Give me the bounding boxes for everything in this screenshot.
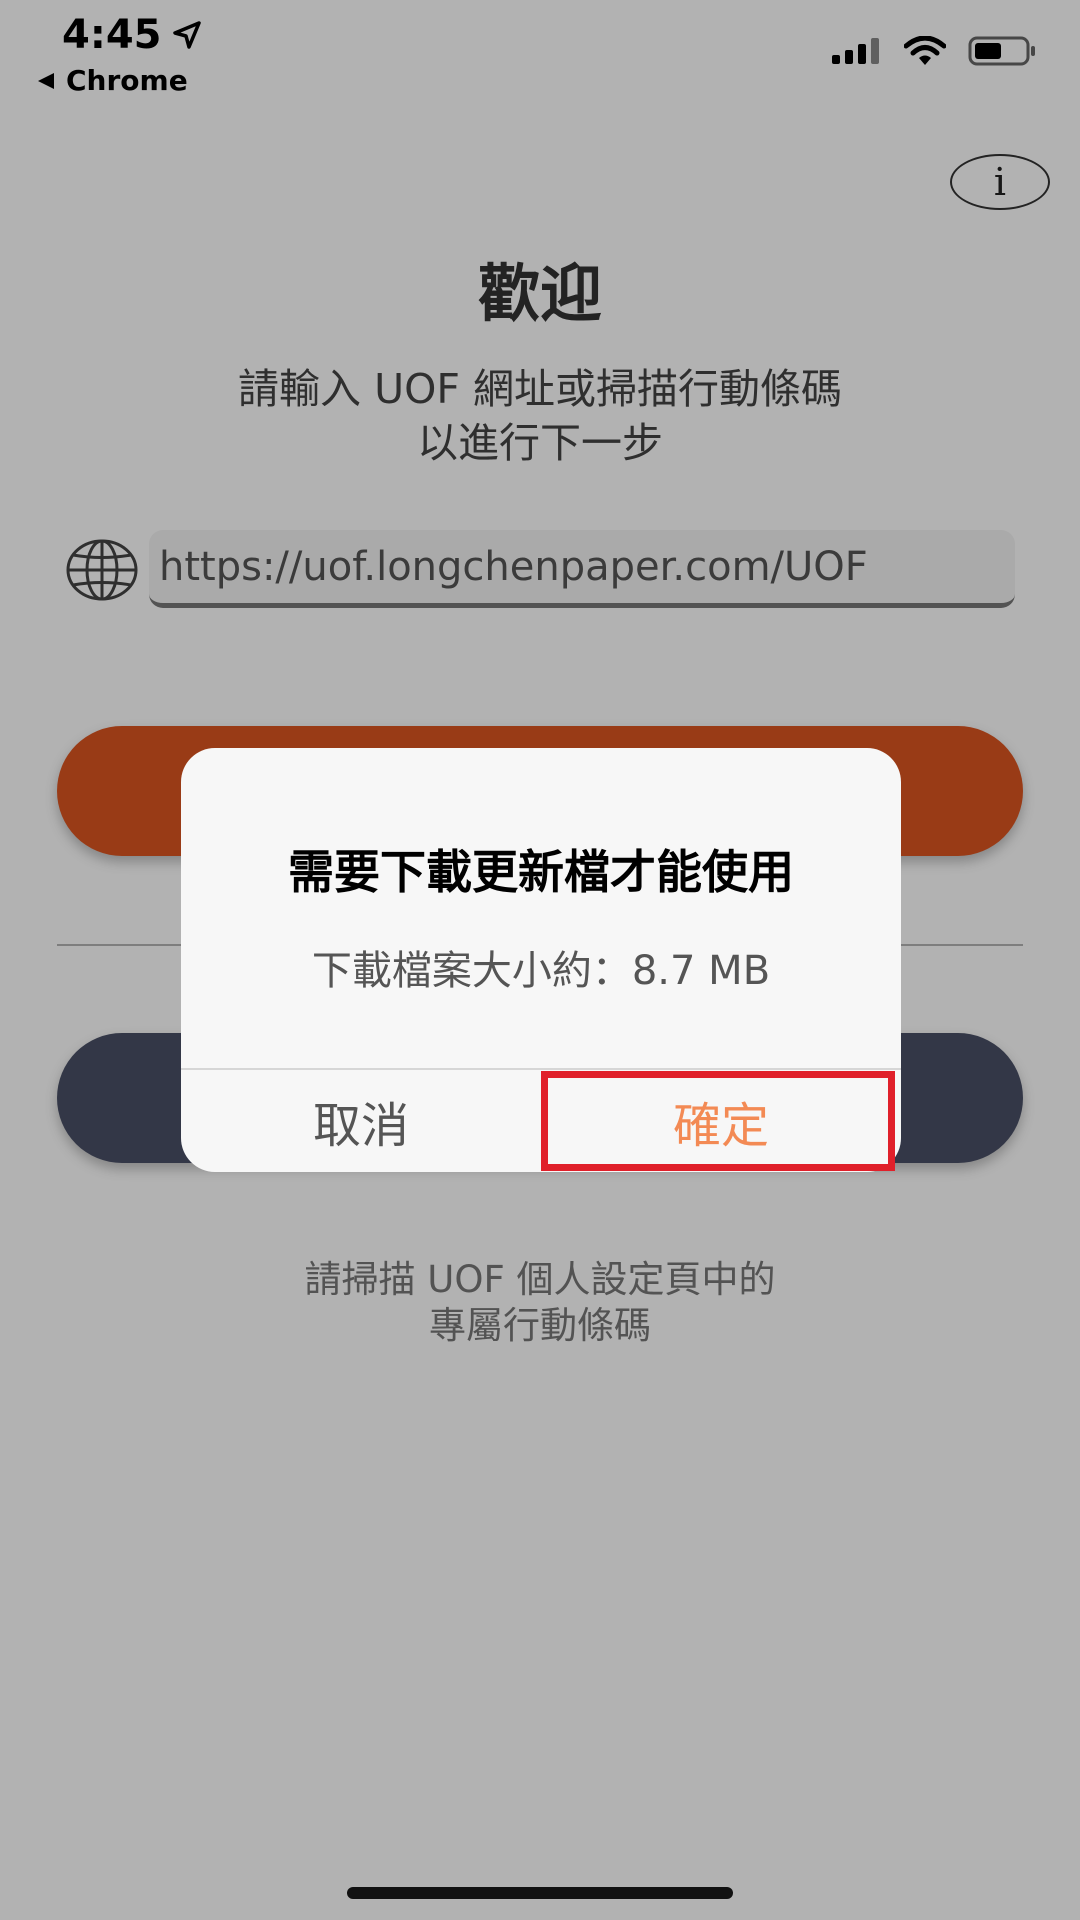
alert-message: 下載檔案大小約：8.7 MB [311, 948, 771, 994]
app-screen: 4:45 Chrome i 歡迎 請輸入 UOF 網址或掃描行動條碼 以進行下一… [0, 0, 1080, 1920]
confirm-highlight-box [541, 1071, 895, 1171]
alert-title: 需要下載更新檔才能使用 [288, 845, 794, 899]
home-indicator[interactable] [347, 1887, 733, 1899]
cancel-button[interactable]: 取消 [181, 1070, 541, 1172]
